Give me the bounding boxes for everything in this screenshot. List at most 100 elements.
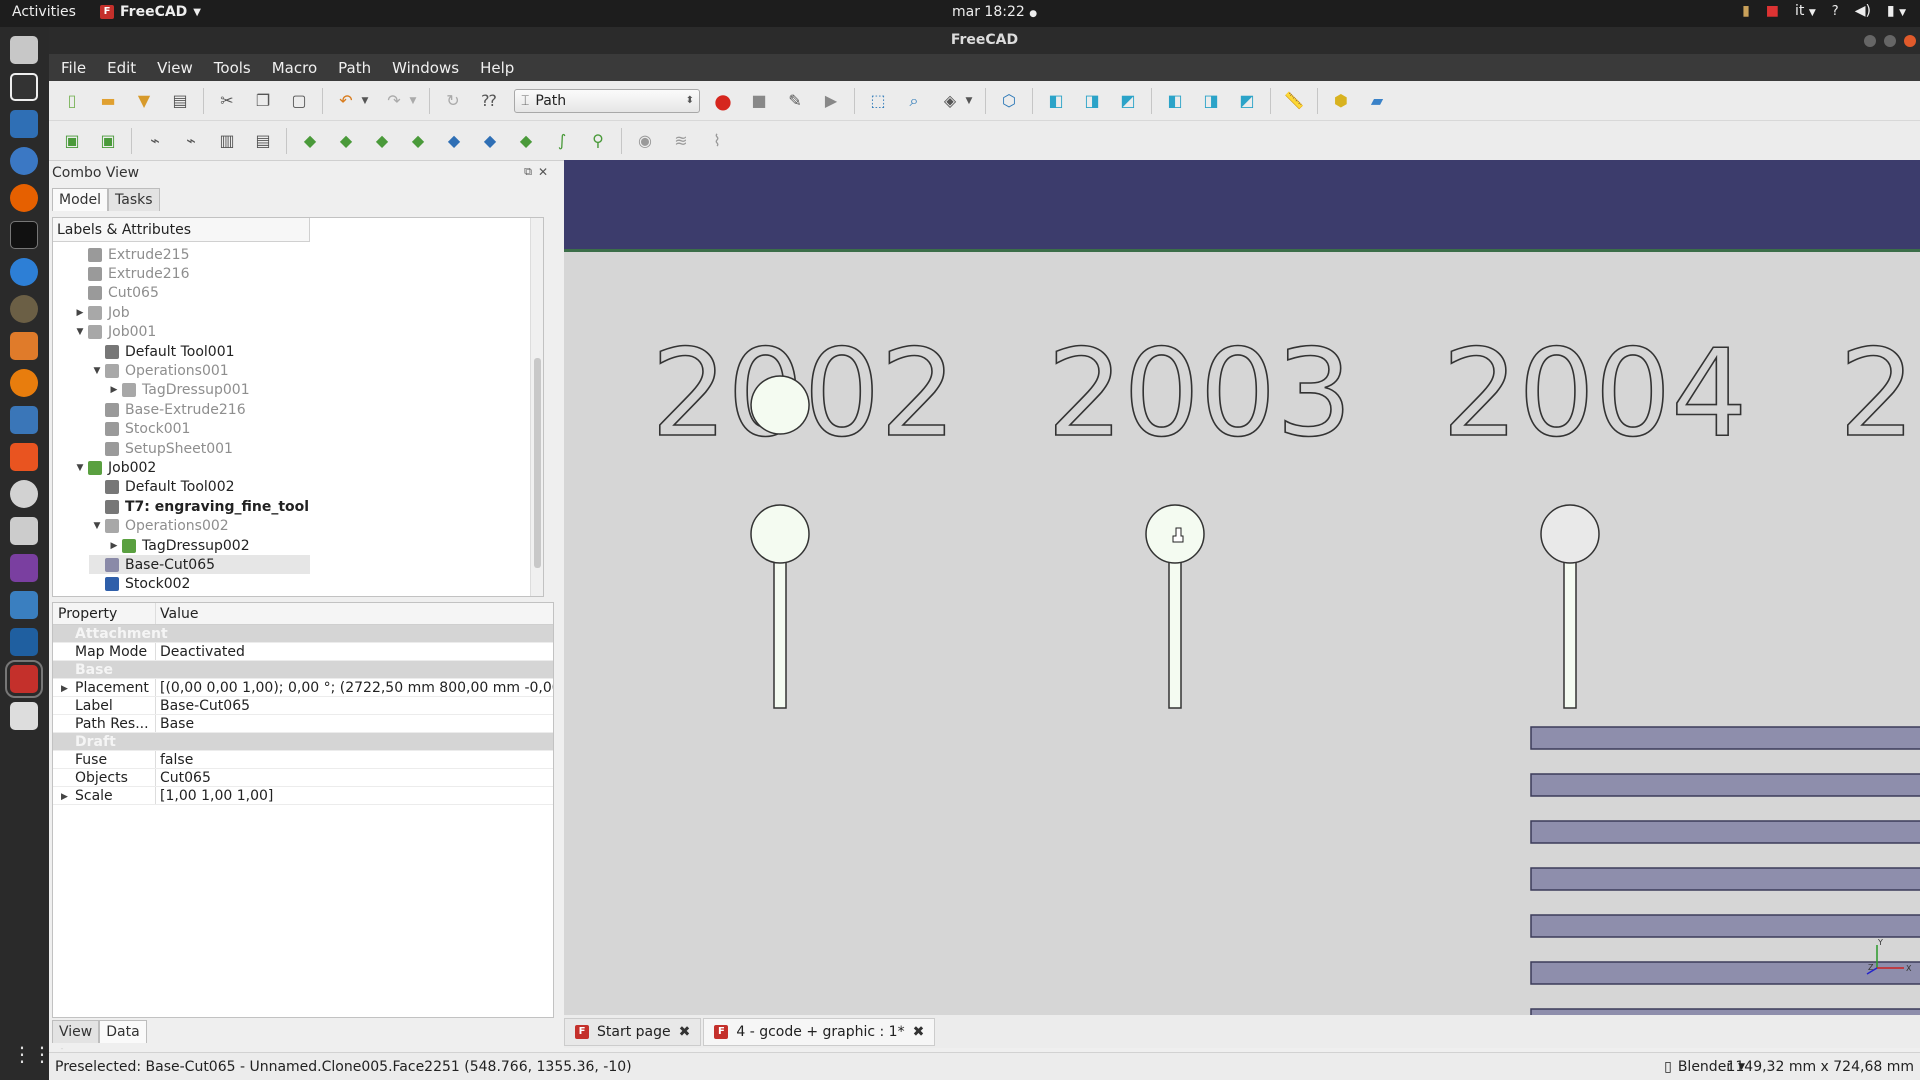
menu-edit[interactable]: Edit [107,59,136,77]
macro-edit-icon[interactable]: ✎ [782,88,808,114]
menu-macro[interactable]: Macro [272,59,317,77]
dressup-icon[interactable]: ⚲ [585,128,611,154]
comment-icon[interactable]: ⌁ [178,128,204,154]
tree-item[interactable]: SetupSheet002 [89,594,233,597]
tree-item[interactable]: Cut065 [72,284,159,303]
menu-file[interactable]: File [61,59,86,77]
close-tab-icon[interactable]: ✖ [679,1024,691,1040]
tree-item[interactable]: Default Tool002 [89,478,235,497]
property-row[interactable]: ▶ Scale [1,00 1,00 1,00] [53,787,553,805]
tree-item[interactable]: Default Tool001 [89,342,235,361]
stop-icon[interactable]: ▥ [214,128,240,154]
menu-view[interactable]: View [157,59,193,77]
property-value[interactable]: Cut065 [155,769,553,786]
property-row[interactable]: Objects Cut065 [53,769,553,787]
contour-icon[interactable]: ◆ [297,128,323,154]
collapse-arrow-icon[interactable]: ▼ [72,327,88,337]
job-icon[interactable]: ▣ [59,128,85,154]
app-menu[interactable]: F FreeCAD ▼ [100,4,201,20]
property-group-row[interactable]: Base [53,661,553,679]
tree-item[interactable]: Extrude215 [72,245,189,264]
expand-arrow-icon[interactable]: ▶ [106,385,122,395]
create-group-icon[interactable]: ▰ [1364,88,1390,114]
chevron-down-icon[interactable]: ▼ [359,88,371,114]
right-view-icon[interactable]: ◩ [1115,88,1141,114]
tree-item[interactable]: ▼ Job001 [72,323,157,342]
chromium-icon[interactable] [10,147,38,175]
text-editor-icon[interactable] [10,702,38,730]
close-tab-icon[interactable]: ✖ [913,1024,925,1040]
measure-distance-icon[interactable]: 📏 [1281,88,1307,114]
menu-tools[interactable]: Tools [214,59,251,77]
fit-all-icon[interactable]: ⬚ [865,88,891,114]
property-value[interactable]: Base-Cut065 [155,697,553,714]
system-tray[interactable]: ▮ ■ it ▼ ? ◀) ▮ ▼ [1742,3,1906,19]
transfer-icon[interactable] [10,591,38,619]
profile-icon[interactable]: ◆ [333,128,359,154]
blender-icon[interactable] [10,369,38,397]
tree-item[interactable]: ▼ Operations001 [89,361,229,380]
model-tree[interactable]: Labels & Attributes Extrude215 Extrude216… [52,217,544,597]
property-group-row[interactable]: Draft [53,733,553,751]
scrollbar-thumb[interactable] [534,358,541,568]
expand-arrow-icon[interactable]: ▶ [72,308,88,318]
minimize-icon[interactable] [1864,35,1876,47]
macro-run-icon[interactable]: ▶ [818,88,844,114]
copy-icon[interactable]: ❐ [250,88,276,114]
camera-icon[interactable]: ■ [1766,3,1779,19]
open-file-icon[interactable]: ▬ [95,88,121,114]
vscode-icon[interactable] [10,258,38,286]
tab-gcode-document[interactable]: F 4 - gcode + graphic : 1* ✖ [703,1017,936,1046]
property-value[interactable]: [1,00 1,00 1,00] [155,787,553,804]
freecad-icon[interactable] [5,660,43,698]
isometric-view-icon[interactable]: ⬡ [996,88,1022,114]
tree-item[interactable]: ▶ TagDressup001 [106,381,250,400]
video-editor-icon[interactable] [10,554,38,582]
maximize-icon[interactable] [1884,35,1896,47]
property-row[interactable]: Map Mode Deactivated [53,643,553,661]
3d-viewport[interactable]: 2002 2003 2004 20 [564,160,1920,1015]
property-row[interactable]: Label Base-Cut065 [53,697,553,715]
show-applications-icon[interactable]: ⋮⋮⋮ [12,1042,72,1066]
simulator-icon[interactable]: ◉ [632,128,658,154]
undo-icon[interactable]: ↶ [333,88,359,114]
fixture-icon[interactable]: ⌁ [142,128,168,154]
print-icon[interactable]: ▤ [167,88,193,114]
property-group-row[interactable]: Attachment [53,625,553,643]
collapse-arrow-icon[interactable]: ▼ [89,521,105,531]
tab-data[interactable]: Data [99,1020,147,1043]
tree-item[interactable]: ▶ TagDressup002 [106,536,250,555]
post-process-icon[interactable]: ▣ [95,128,121,154]
property-row[interactable]: Path Res... Base [53,715,553,733]
menu-help[interactable]: Help [480,59,514,77]
adaptive-icon[interactable]: ◆ [477,128,503,154]
collapse-arrow-icon[interactable]: ▼ [89,366,105,376]
tree-item[interactable]: ▼ Job002 [72,458,157,477]
chevron-down-icon[interactable]: ▼ [407,88,419,114]
left-view-icon[interactable]: ◩ [1234,88,1260,114]
tree-item[interactable]: Base-Cut065 [89,555,310,575]
draw-style-icon[interactable]: ◈ [937,88,963,114]
language-indicator[interactable]: it ▼ [1795,3,1816,19]
clock[interactable]: mar 18:22 ● [952,4,1037,20]
engrave-icon[interactable]: ◆ [513,128,539,154]
drilling-icon[interactable]: ∫ [549,128,575,154]
tree-item[interactable]: SetupSheet001 [89,439,233,458]
firefox-icon[interactable] [10,184,38,212]
property-value[interactable]: Base [155,715,553,732]
terminal-icon[interactable] [10,221,38,249]
camera-app-icon[interactable] [10,517,38,545]
volume-icon[interactable]: ◀) [1855,3,1871,19]
helix-icon[interactable]: ◆ [441,128,467,154]
create-part-icon[interactable]: ⬢ [1328,88,1354,114]
whats-this-icon[interactable]: ⁇ [476,88,502,114]
settings-tool-icon[interactable] [10,480,38,508]
paste-icon[interactable]: ▢ [286,88,312,114]
property-value[interactable]: false [155,751,553,768]
clipboard-icon[interactable]: ▮ [1742,3,1750,19]
macro-record-icon[interactable]: ● [710,88,736,114]
tree-item[interactable]: T7: engraving_fine_tool [89,497,309,516]
property-row[interactable]: Fuse false [53,751,553,769]
mill-face-icon[interactable]: ◆ [405,128,431,154]
tab-view[interactable]: View [52,1020,100,1043]
